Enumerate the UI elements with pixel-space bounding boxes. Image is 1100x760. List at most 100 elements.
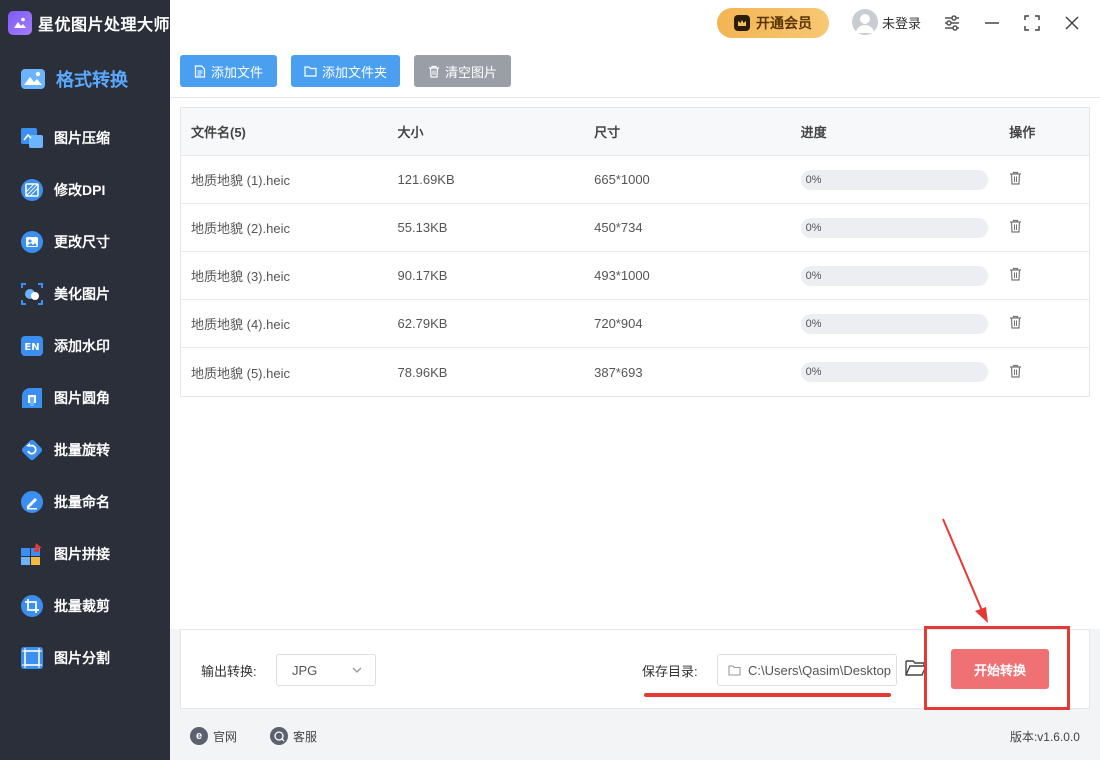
sidebar-item-puzzle[interactable]: 图片拼接 <box>0 528 170 580</box>
website-icon: e <box>190 727 208 745</box>
column-header-dimensions: 尺寸 <box>594 125 621 140</box>
user-label: 未登录 <box>882 15 922 31</box>
minimize-icon[interactable] <box>980 11 1004 35</box>
column-header-size: 大小 <box>397 125 424 140</box>
delete-icon[interactable] <box>1009 171 1022 185</box>
app-logo-icon <box>8 11 32 35</box>
sidebar-item-rotate[interactable]: 批量旋转 <box>0 424 170 476</box>
sidebar-item-watermark[interactable]: EN 添加水印 <box>0 320 170 372</box>
clear-images-label: 清空图片 <box>444 64 497 80</box>
table-row[interactable]: 地质地貌 (5).heic 78.96KB 387*693 0% <box>181 348 1089 396</box>
user-login[interactable]: 未登录 <box>852 9 921 35</box>
file-size: 78.96KB <box>397 364 448 380</box>
save-path-input[interactable]: C:\Users\Qasim\Desktop <box>717 654 897 686</box>
annotation-underline <box>644 693 891 697</box>
file-size: 90.17KB <box>397 268 448 283</box>
maximize-icon[interactable] <box>1020 11 1044 35</box>
table-row[interactable]: 地质地貌 (1).heic 121.69KB 665*1000 0% <box>181 156 1089 204</box>
rotate-icon <box>20 438 44 462</box>
file-icon <box>194 64 206 78</box>
support-icon <box>270 727 288 745</box>
watermark-icon: EN <box>20 334 44 358</box>
delete-icon[interactable] <box>1009 267 1022 281</box>
progress-text: 0% <box>805 269 822 282</box>
crop-icon <box>20 594 44 618</box>
table-row[interactable]: 地质地貌 (2).heic 55.13KB 450*734 0% <box>181 204 1089 252</box>
progress-text: 0% <box>805 366 822 378</box>
sidebar-item-format-convert[interactable]: 格式转换 <box>0 46 170 112</box>
progress-text: 0% <box>805 317 822 330</box>
file-table: 文件名(5) 大小 尺寸 进度 操作 地质地貌 (1).heic 121.69K… <box>180 107 1090 397</box>
sidebar-item-label: 图片压缩 <box>54 130 110 146</box>
sidebar-item-crop[interactable]: 批量裁剪 <box>0 580 170 632</box>
save-path-value: C:\Users\Qasim\Desktop <box>748 662 892 678</box>
sidebar-item-label: 添加水印 <box>54 338 110 354</box>
sidebar-item-resize[interactable]: 更改尺寸 <box>0 216 170 268</box>
sidebar-item-label: 美化图片 <box>54 286 110 302</box>
svg-text:EN: EN <box>24 342 39 353</box>
compress-icon <box>20 126 44 150</box>
website-label: 官网 <box>213 729 238 744</box>
round-corner-icon <box>20 386 44 410</box>
delete-icon[interactable] <box>1009 315 1022 329</box>
add-folder-label: 添加文件夹 <box>321 64 387 80</box>
app-title: 星优图片处理大师 <box>38 17 171 34</box>
resize-icon <box>20 230 44 254</box>
column-header-progress: 进度 <box>800 125 827 140</box>
sidebar-item-beautify[interactable]: 美化图片 <box>0 268 170 320</box>
progress-bar: 0% <box>800 313 988 334</box>
vip-label: 开通会员 <box>756 15 812 31</box>
output-format-value: JPG <box>292 662 318 678</box>
sidebar-item-compress[interactable]: 图片压缩 <box>0 112 170 164</box>
file-size: 55.13KB <box>397 220 448 235</box>
trash-icon <box>428 65 440 78</box>
sidebar: 星优图片处理大师 格式转换 图片压缩 修改DPI 更改尺寸 美化图片 EN 添加… <box>0 0 170 760</box>
sidebar-item-label: 图片拼接 <box>54 546 110 562</box>
file-name: 地质地貌 (4).heic <box>191 317 290 332</box>
version-text: 版本:v1.6.0.0 <box>1009 730 1080 744</box>
support-link[interactable]: 客服 <box>270 727 317 745</box>
file-size: 121.69KB <box>397 172 455 187</box>
beautify-icon <box>20 282 44 306</box>
split-icon <box>20 646 44 670</box>
progress-bar: 0% <box>800 217 988 238</box>
sidebar-item-label: 图片分割 <box>54 650 110 666</box>
sidebar-item-label: 格式转换 <box>56 70 128 90</box>
vip-button[interactable]: 开通会员 <box>717 8 829 38</box>
sidebar-item-round-corner[interactable]: 图片圆角 <box>0 372 170 424</box>
sidebar-item-label: 批量旋转 <box>54 442 110 458</box>
start-convert-button[interactable]: 开始转换 <box>951 649 1049 689</box>
sidebar-item-split[interactable]: 图片分割 <box>0 632 170 684</box>
file-name: 地质地貌 (3).heic <box>191 269 290 284</box>
settings-icon[interactable] <box>940 11 964 35</box>
save-directory-label: 保存目录: <box>642 664 698 679</box>
footer: e 官网 客服 版本:v1.6.0.0 <box>170 710 1100 760</box>
table-row[interactable]: 地质地貌 (3).heic 90.17KB 493*1000 0% <box>181 252 1089 300</box>
rename-icon <box>20 490 44 514</box>
toolbar: 添加文件 添加文件夹 清空图片 <box>170 46 1100 98</box>
add-file-button[interactable]: 添加文件 <box>180 55 277 87</box>
file-size: 62.79KB <box>397 316 448 331</box>
clear-images-button[interactable]: 清空图片 <box>414 55 511 87</box>
sidebar-item-rename[interactable]: 批量命名 <box>0 476 170 528</box>
sidebar-item-label: 更改尺寸 <box>54 234 110 250</box>
support-label: 客服 <box>293 729 318 744</box>
sidebar-item-dpi[interactable]: 修改DPI <box>0 164 170 216</box>
folder-icon <box>728 664 741 676</box>
website-link[interactable]: e 官网 <box>190 727 237 745</box>
crown-icon <box>734 15 750 31</box>
delete-icon[interactable] <box>1009 364 1022 378</box>
sidebar-item-label: 图片圆角 <box>54 390 110 406</box>
progress-bar: 0% <box>800 265 988 286</box>
column-header-actions: 操作 <box>1009 125 1036 140</box>
output-format-select[interactable]: JPG <box>276 654 376 686</box>
progress-text: 0% <box>805 173 822 186</box>
table-header: 文件名(5) 大小 尺寸 进度 操作 <box>181 108 1089 156</box>
table-row[interactable]: 地质地貌 (4).heic 62.79KB 720*904 0% <box>181 300 1089 348</box>
sidebar-item-label: 批量命名 <box>54 494 110 510</box>
delete-icon[interactable] <box>1009 219 1022 233</box>
add-folder-button[interactable]: 添加文件夹 <box>291 55 400 87</box>
puzzle-icon <box>20 542 44 566</box>
close-icon[interactable] <box>1060 11 1084 35</box>
title-bar: 开通会员 未登录 <box>170 0 1100 46</box>
